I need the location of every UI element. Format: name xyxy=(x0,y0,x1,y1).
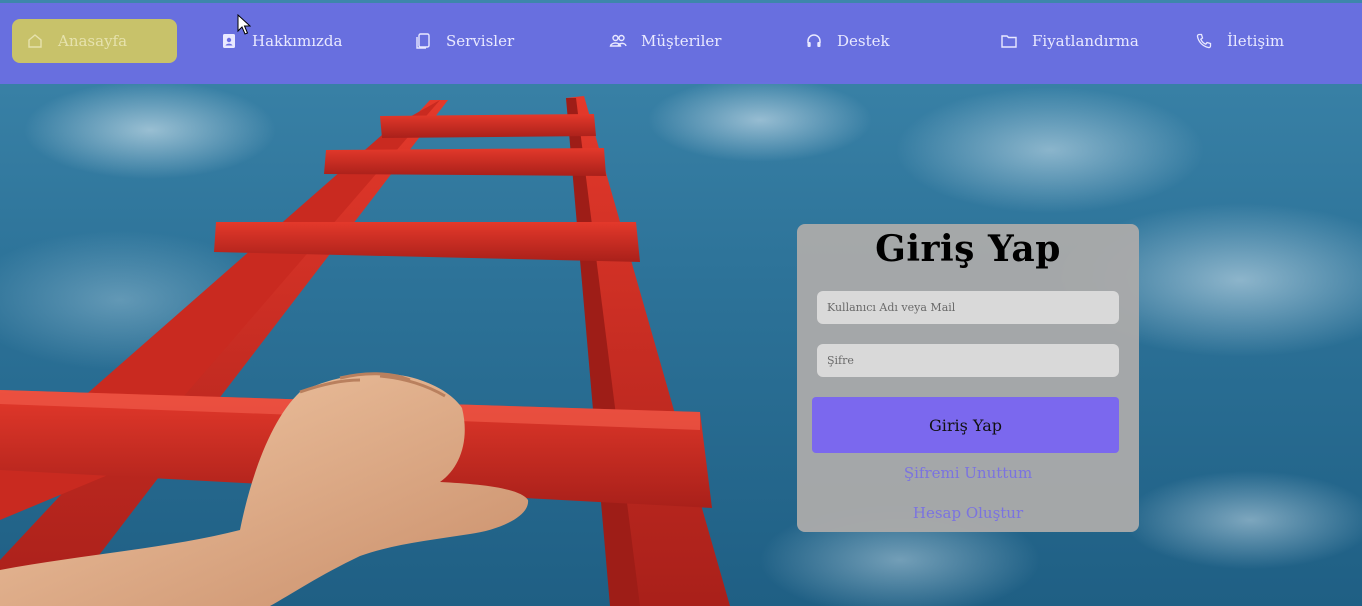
login-submit-button[interactable]: Giriş Yap xyxy=(812,397,1119,453)
top-navbar: Anasayfa Hakkımızda Servisler Müşteriler xyxy=(0,3,1362,84)
forgot-password-link[interactable]: Şifremi Unuttum xyxy=(797,464,1139,482)
password-input[interactable] xyxy=(817,344,1119,377)
phone-icon xyxy=(1195,32,1213,50)
home-icon xyxy=(26,32,44,50)
nav-label-services: Servisler xyxy=(446,32,515,50)
login-title: Giriş Yap xyxy=(875,228,1061,270)
create-account-link[interactable]: Hesap Oluştur xyxy=(797,504,1139,522)
nav-item-pricing[interactable]: Fiyatlandırma xyxy=(1000,19,1139,63)
folder-icon xyxy=(1000,32,1018,50)
nav-label-pricing: Fiyatlandırma xyxy=(1032,32,1139,50)
login-form: Giriş Yap Giriş Yap Şifremi Unuttum Hesa… xyxy=(797,224,1139,532)
nav-label-contact: İletişim xyxy=(1227,32,1285,50)
ladder-rung-1 xyxy=(380,114,596,138)
nav-label-customers: Müşteriler xyxy=(641,32,722,50)
nav-item-services[interactable]: Servisler xyxy=(414,19,514,63)
contact-card-icon xyxy=(220,32,238,50)
ladder-illustration xyxy=(0,96,730,606)
headphones-icon xyxy=(805,32,823,50)
ladder-rung-2 xyxy=(324,148,606,176)
nav-item-home[interactable]: Anasayfa xyxy=(12,19,177,63)
nav-label-support: Destek xyxy=(837,32,890,50)
nav-item-customers[interactable]: Müşteriler xyxy=(609,19,721,63)
nav-item-contact[interactable]: İletişim xyxy=(1195,19,1284,63)
users-icon xyxy=(609,32,627,50)
mouse-cursor-icon xyxy=(237,14,251,35)
nav-item-support[interactable]: Destek xyxy=(805,19,890,63)
page: Anasayfa Hakkımızda Servisler Müşteriler xyxy=(0,0,1362,606)
username-input[interactable] xyxy=(817,291,1119,324)
nav-label-about: Hakkımızda xyxy=(252,32,343,50)
nav-label-home: Anasayfa xyxy=(58,32,128,50)
copy-icon xyxy=(414,32,432,50)
